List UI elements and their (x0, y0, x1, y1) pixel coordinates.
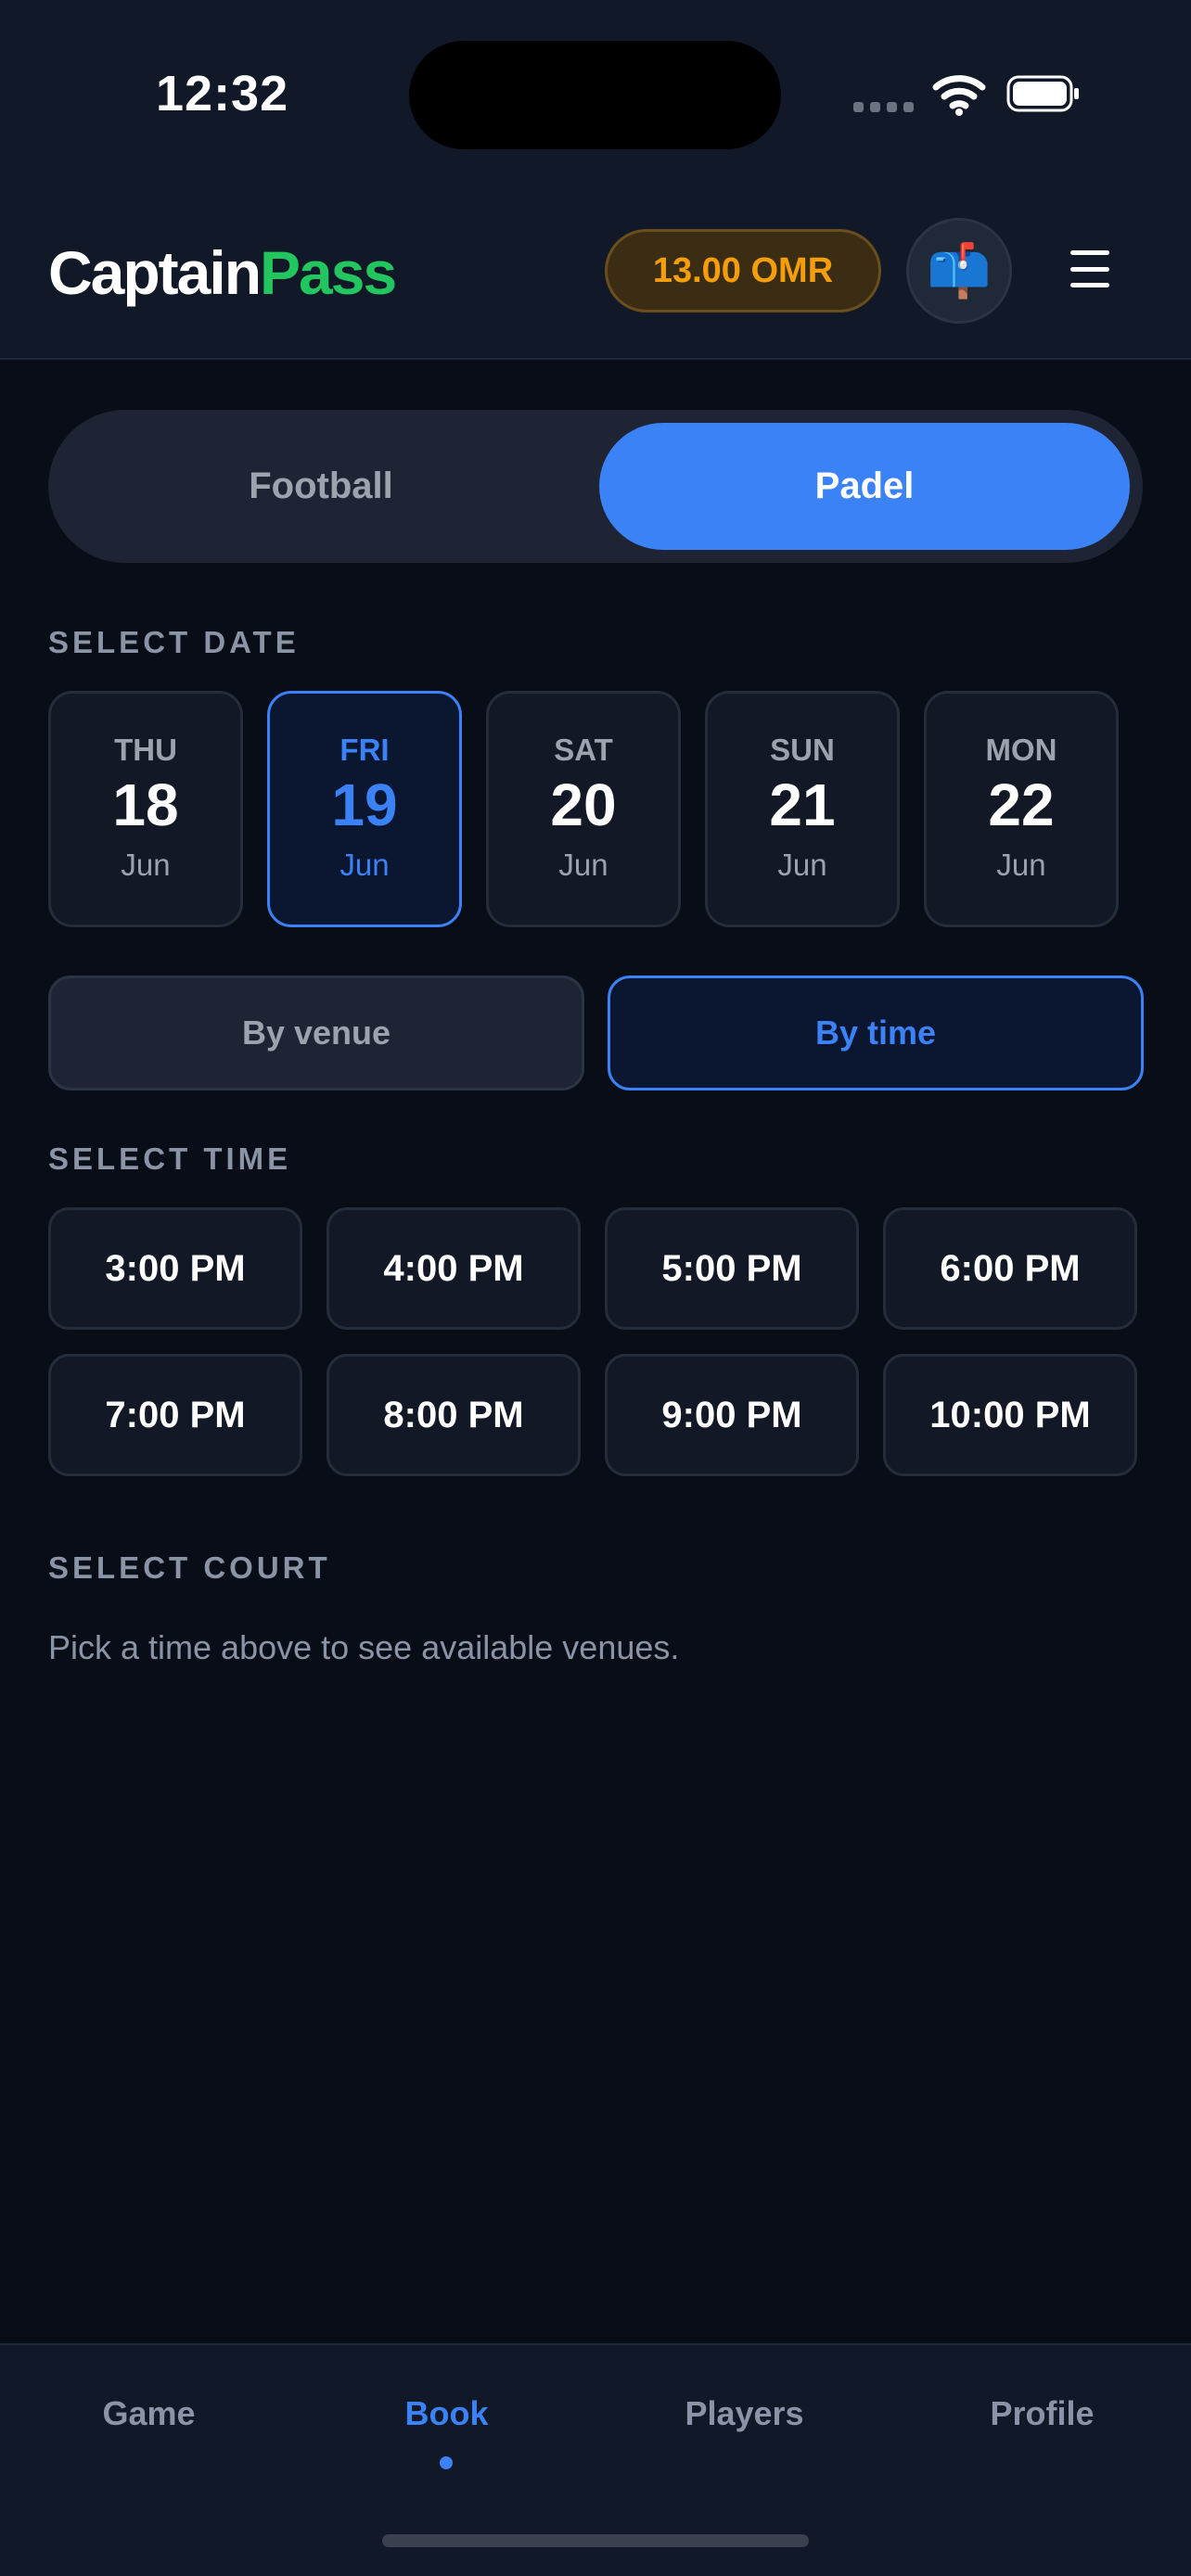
sport-segmented-control: Football Padel (48, 410, 1143, 563)
tab-football[interactable]: Football (61, 423, 581, 550)
captainpass-logo[interactable]: CaptainPass (48, 237, 397, 308)
time-slot-9pm[interactable]: 9:00 PM (605, 1354, 859, 1476)
nav-item-profile[interactable]: Profile (893, 2394, 1191, 2433)
active-nav-indicator (440, 2456, 453, 2469)
date-card-sat-20[interactable]: SAT 20 Jun (486, 691, 681, 927)
wallet-balance-badge[interactable]: 13.00 OMR (605, 229, 881, 312)
time-slot-6pm[interactable]: 6:00 PM (883, 1207, 1137, 1330)
battery-icon (1006, 75, 1079, 112)
mailbox-icon: 📫 (927, 241, 992, 300)
by-venue-button[interactable]: By venue (48, 976, 584, 1090)
nav-item-book[interactable]: Book (298, 2394, 596, 2433)
date-card-thu-18[interactable]: THU 18 Jun (48, 691, 243, 927)
nav-item-players[interactable]: Players (596, 2394, 893, 2433)
time-slot-3pm[interactable]: 3:00 PM (48, 1207, 302, 1330)
mailbox-button[interactable]: 📫 (906, 218, 1012, 324)
by-time-button[interactable]: By time (608, 976, 1144, 1090)
select-date-label: SELECT DATE (48, 625, 300, 659)
select-court-label: SELECT COURT (48, 1550, 331, 1585)
app-header: CaptainPass 13.00 OMR 📫 (0, 185, 1191, 360)
time-slot-10pm[interactable]: 10:00 PM (883, 1354, 1137, 1476)
date-card-fri-19[interactable]: FRI 19 Jun (267, 691, 462, 927)
select-time-label: SELECT TIME (48, 1141, 292, 1176)
nav-item-game[interactable]: Game (0, 2394, 298, 2433)
time-slot-7pm[interactable]: 7:00 PM (48, 1354, 302, 1476)
date-card-sun-21[interactable]: SUN 21 Jun (705, 691, 900, 927)
wifi-icon (932, 75, 986, 116)
select-court-hint: Pick a time above to see available venue… (48, 1628, 680, 1666)
home-indicator (382, 2534, 809, 2547)
dynamic-island (409, 41, 781, 149)
cellular-signal-icon (853, 102, 914, 112)
time-slot-4pm[interactable]: 4:00 PM (327, 1207, 581, 1330)
status-time: 12:32 (156, 66, 289, 121)
time-slot-8pm[interactable]: 8:00 PM (327, 1354, 581, 1476)
time-slot-5pm[interactable]: 5:00 PM (605, 1207, 859, 1330)
status-bar: 12:32 (0, 0, 1191, 185)
date-card-mon-22[interactable]: MON 22 Jun (924, 691, 1119, 927)
hamburger-menu-icon[interactable] (1070, 250, 1109, 287)
tab-padel[interactable]: Padel (599, 423, 1130, 550)
